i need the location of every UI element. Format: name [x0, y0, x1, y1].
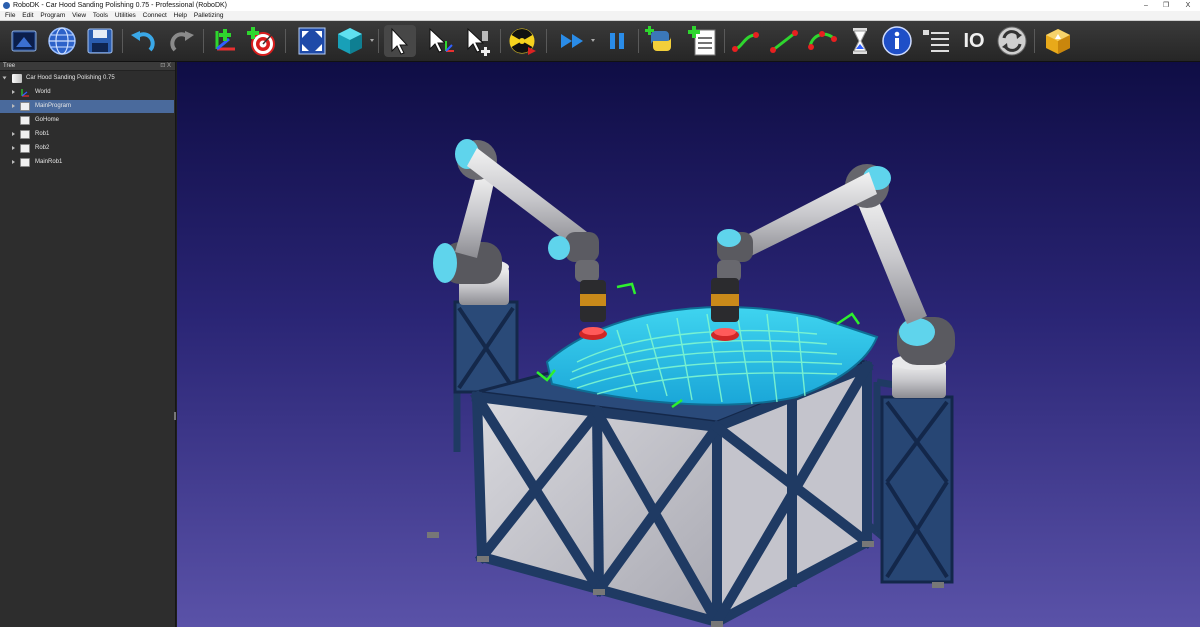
- program-instruction-icon[interactable]: [920, 25, 952, 57]
- add-program-icon[interactable]: [688, 25, 720, 57]
- tree-item-label: World: [35, 89, 51, 95]
- tree-item-label: GoHome: [35, 117, 60, 123]
- toolbar-separator: [203, 29, 204, 53]
- toolbar-separator: [122, 29, 123, 53]
- tree-item-mainrob1[interactable]: MainRob1: [0, 156, 174, 169]
- tree-panel-header: Tree ⊡ X: [0, 62, 175, 71]
- tree-panel-title: Tree: [3, 63, 16, 69]
- program-icon: [20, 102, 30, 111]
- expand-arrow-icon[interactable]: [12, 146, 15, 150]
- collision-check-icon[interactable]: [506, 25, 538, 57]
- toolbar-separator: [724, 29, 725, 53]
- menu-connect[interactable]: Connect: [143, 11, 167, 21]
- robot1-pedestal: [453, 300, 519, 394]
- add-reference-frame-icon[interactable]: [209, 25, 241, 57]
- move-tool-icon[interactable]: [462, 25, 494, 57]
- pause-icon[interactable]: [601, 25, 633, 57]
- simulation-dropdown-arrow[interactable]: [591, 39, 595, 42]
- sync-icon[interactable]: [996, 25, 1028, 57]
- tree-item-label: Rob1: [35, 131, 50, 137]
- 3d-viewport[interactable]: [177, 62, 1200, 627]
- tree-item-label: MainProgram: [35, 103, 72, 109]
- toolbar-separator: [638, 29, 639, 53]
- toolbar-separator: [285, 29, 286, 53]
- tree-item-station[interactable]: Car Hood Sanding Polishing 0.75: [0, 72, 174, 85]
- window-title: RoboDK - Car Hood Sanding Polishing 0.75…: [13, 2, 227, 9]
- move-circular-icon[interactable]: [806, 25, 838, 57]
- menu-program[interactable]: Program: [40, 11, 65, 21]
- tree-item-label: Car Hood Sanding Polishing 0.75: [26, 75, 115, 81]
- select-icon[interactable]: [384, 25, 416, 57]
- online-library-icon[interactable]: [46, 25, 78, 57]
- restore-button[interactable]: ❐: [1156, 0, 1176, 11]
- toolbar-separator: [546, 29, 547, 53]
- station-scene: [427, 139, 955, 627]
- menu-tools[interactable]: Tools: [93, 11, 108, 21]
- pause-instruction-icon[interactable]: [844, 25, 876, 57]
- robodk-app-icon: [3, 2, 10, 9]
- expand-arrow-icon[interactable]: [12, 160, 15, 164]
- program-icon: [20, 116, 30, 125]
- redo-icon[interactable]: [165, 25, 197, 57]
- toolbar-separator: [1034, 29, 1035, 53]
- main-toolbar: IO: [0, 21, 1200, 62]
- program-icon: [20, 144, 30, 153]
- add-target-icon[interactable]: [247, 25, 279, 57]
- menu-palletizing[interactable]: Palletizing: [194, 11, 224, 21]
- fit-all-icon[interactable]: [296, 25, 328, 57]
- station-icon: [12, 74, 22, 83]
- message-icon[interactable]: [881, 25, 913, 57]
- tree-item-gohome[interactable]: GoHome: [0, 114, 174, 127]
- title-bar: RoboDK - Car Hood Sanding Polishing 0.75…: [0, 0, 1200, 11]
- tree-item-label: Rob2: [35, 145, 50, 151]
- expand-arrow-icon[interactable]: [2, 76, 7, 80]
- view-dropdown-arrow[interactable]: [370, 39, 374, 42]
- panel-float-close-button[interactable]: ⊡ X: [160, 62, 171, 71]
- tree-item-rob2[interactable]: Rob2: [0, 142, 174, 155]
- menu-utilities[interactable]: Utilities: [115, 11, 136, 21]
- station-tree-panel: Tree ⊡ X Car Hood Sanding Polishing 0.75…: [0, 62, 176, 627]
- expand-arrow-icon[interactable]: [12, 104, 15, 108]
- program-icon: [20, 130, 30, 139]
- move-joint-icon[interactable]: [730, 25, 762, 57]
- move-linear-icon[interactable]: [768, 25, 800, 57]
- iso-view-icon[interactable]: [334, 25, 366, 57]
- move-reference-icon[interactable]: [424, 25, 456, 57]
- io-icon[interactable]: IO: [958, 25, 990, 57]
- menu-edit[interactable]: Edit: [22, 11, 33, 21]
- tree-item-mainprogram[interactable]: MainProgram: [0, 100, 174, 113]
- tree-item-rob1[interactable]: Rob1: [0, 128, 174, 141]
- menu-bar: File Edit Program View Tools Utilities C…: [0, 11, 1200, 21]
- fast-simulation-icon[interactable]: [556, 25, 588, 57]
- expand-arrow-icon[interactable]: [12, 90, 15, 94]
- open-station-icon[interactable]: [8, 25, 40, 57]
- toolbar-separator: [378, 29, 379, 53]
- close-button[interactable]: X: [1178, 0, 1198, 11]
- reference-frame-icon: [20, 88, 30, 97]
- undo-icon[interactable]: [128, 25, 160, 57]
- menu-help[interactable]: Help: [174, 11, 187, 21]
- toolbar-separator: [500, 29, 501, 53]
- program-icon: [20, 158, 30, 167]
- expand-arrow-icon[interactable]: [12, 132, 15, 136]
- tree-item-world[interactable]: World: [0, 86, 174, 99]
- menu-file[interactable]: File: [5, 11, 15, 21]
- minimize-button[interactable]: –: [1136, 0, 1156, 11]
- export-package-icon[interactable]: [1042, 25, 1074, 57]
- save-icon[interactable]: [84, 25, 116, 57]
- robot2-pedestal: [880, 395, 954, 584]
- python-program-icon[interactable]: [645, 25, 677, 57]
- menu-view[interactable]: View: [72, 11, 86, 21]
- panel-splitter-handle[interactable]: [174, 412, 176, 420]
- tree-item-label: MainRob1: [35, 159, 63, 165]
